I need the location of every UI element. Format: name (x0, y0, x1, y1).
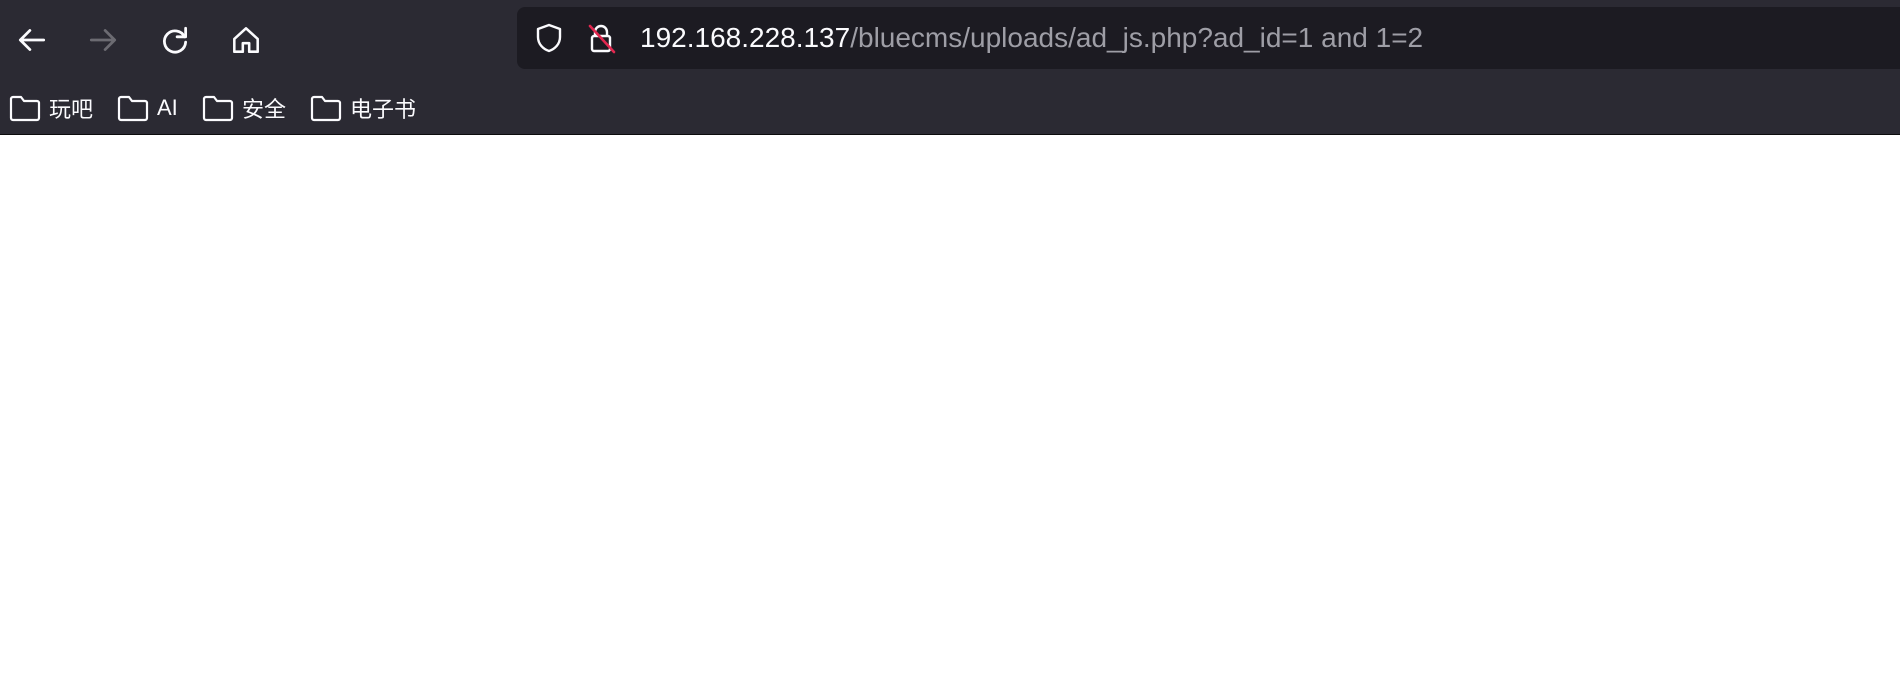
folder-icon (9, 95, 41, 122)
home-button[interactable] (222, 16, 270, 64)
bookmarks-toolbar: 玩吧 AI 安全 电子书 (0, 82, 1900, 132)
forward-arrow-icon (89, 29, 117, 51)
url-text[interactable]: 192.168.228.137/bluecms/uploads/ad_js.ph… (640, 7, 1423, 69)
bookmark-folder-security[interactable]: 安全 (202, 88, 286, 128)
navigation-toolbar: 192.168.228.137/bluecms/uploads/ad_js.ph… (0, 0, 1900, 80)
bookmark-folder-ai[interactable]: AI (117, 88, 178, 128)
home-icon (233, 27, 259, 53)
forward-button[interactable] (79, 16, 127, 64)
browser-chrome: 192.168.228.137/bluecms/uploads/ad_js.ph… (0, 0, 1900, 135)
url-path: /bluecms/uploads/ad_js.php?ad_id=1 and 1… (850, 22, 1424, 53)
bookmark-label: 玩吧 (49, 97, 94, 122)
folder-icon (202, 95, 234, 122)
folder-icon (117, 95, 149, 122)
insecure-lock-icon[interactable] (585, 22, 617, 54)
reload-button[interactable] (151, 16, 199, 64)
bookmark-folder-wanba[interactable]: 玩吧 (9, 88, 93, 128)
bookmark-folder-ebooks[interactable]: 电子书 (310, 88, 416, 128)
folder-icon (310, 95, 342, 122)
back-button[interactable] (8, 16, 56, 64)
page-content (0, 135, 1900, 688)
bookmark-label: 安全 (242, 97, 287, 122)
address-bar[interactable]: 192.168.228.137/bluecms/uploads/ad_js.ph… (517, 7, 1900, 69)
bookmark-label: 电子书 (350, 97, 417, 122)
bookmark-label: AI (157, 95, 178, 120)
shield-icon[interactable] (533, 22, 565, 54)
url-host: 192.168.228.137 (640, 22, 851, 53)
back-arrow-icon (18, 29, 46, 51)
reload-icon (163, 26, 188, 54)
